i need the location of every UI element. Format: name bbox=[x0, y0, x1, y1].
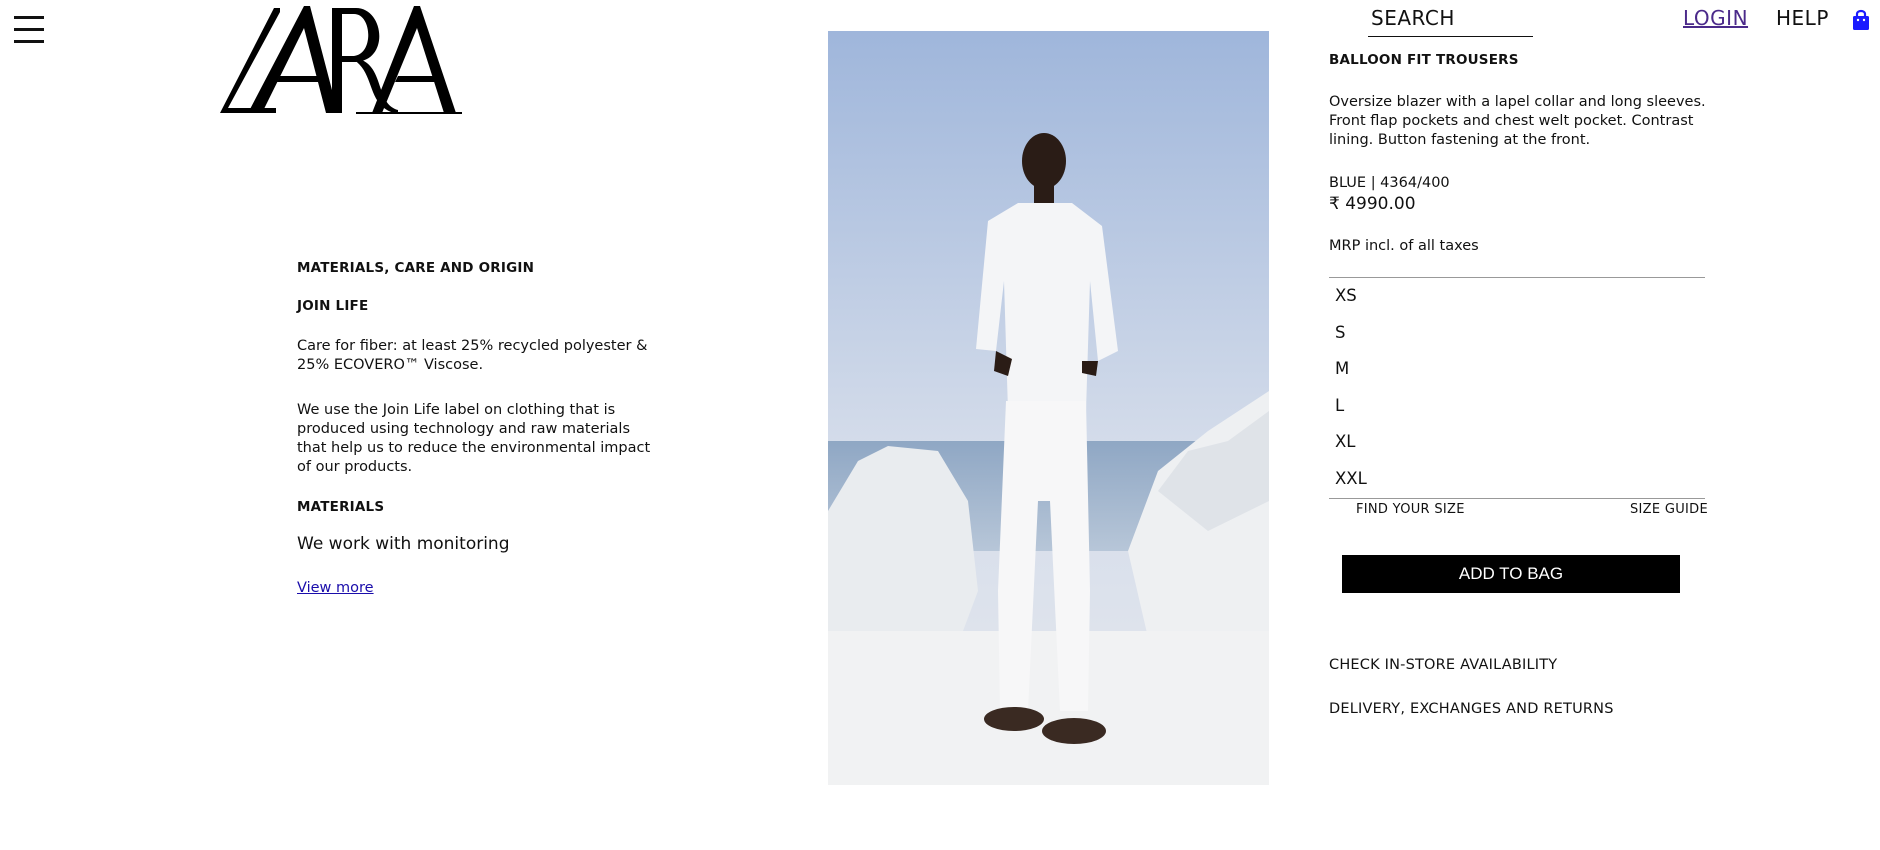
product-color-reference: BLUE | 4364/400 bbox=[1329, 175, 1450, 191]
care-fiber-text: Care for fiber: at least 25% recycled po… bbox=[297, 338, 648, 373]
join-life-title: JOIN LIFE bbox=[297, 298, 369, 314]
product-name: BALLOON FIT TROUSERS bbox=[1329, 52, 1519, 68]
join-life-description: We use the Join Life label on clothing t… bbox=[297, 402, 651, 475]
search-field[interactable] bbox=[1368, 4, 1534, 37]
delivery-returns-link[interactable]: DELIVERY, EXCHANGES AND RETURNS bbox=[1329, 701, 1614, 717]
size-option-xxl[interactable]: XXL bbox=[1329, 461, 1705, 498]
hamburger-menu-icon[interactable] bbox=[14, 16, 44, 48]
size-guide-link[interactable]: SIZE GUIDE bbox=[1630, 502, 1708, 517]
view-more-anchor[interactable]: View more bbox=[297, 580, 374, 596]
materials-title: MATERIALS bbox=[297, 499, 385, 515]
size-option-s[interactable]: S bbox=[1329, 315, 1705, 352]
shopping-bag-icon[interactable] bbox=[1851, 9, 1871, 31]
view-more-link[interactable]: View more bbox=[297, 579, 657, 598]
size-option-m[interactable]: M bbox=[1329, 351, 1705, 388]
add-to-bag-button[interactable]: ADD TO BAG bbox=[1342, 555, 1680, 593]
product-image[interactable] bbox=[828, 31, 1269, 785]
login-link[interactable]: LOGIN bbox=[1683, 6, 1748, 30]
materials-text: We work with monitoring bbox=[297, 534, 510, 554]
size-option-xl[interactable]: XL bbox=[1329, 424, 1705, 461]
search-input[interactable] bbox=[1368, 4, 1534, 32]
product-photo-graphic bbox=[828, 31, 1269, 785]
zara-logo-graphic bbox=[212, 6, 462, 114]
size-selector: XS S M L XL XXL bbox=[1329, 277, 1705, 499]
check-store-availability-link[interactable]: CHECK IN-STORE AVAILABILITY bbox=[1329, 657, 1557, 673]
size-option-xs[interactable]: XS bbox=[1329, 278, 1705, 315]
materials-care-origin-title: MATERIALS, CARE AND ORIGIN bbox=[297, 260, 535, 276]
find-your-size-link[interactable]: FIND YOUR SIZE bbox=[1356, 502, 1465, 517]
help-link[interactable]: HELP bbox=[1776, 6, 1829, 30]
size-option-l[interactable]: L bbox=[1329, 388, 1705, 425]
product-price: ₹ 4990.00 bbox=[1329, 194, 1416, 214]
tax-note: MRP incl. of all taxes bbox=[1329, 238, 1479, 254]
zara-logo[interactable] bbox=[206, 4, 466, 117]
product-description: Oversize blazer with a lapel collar and … bbox=[1329, 94, 1706, 148]
